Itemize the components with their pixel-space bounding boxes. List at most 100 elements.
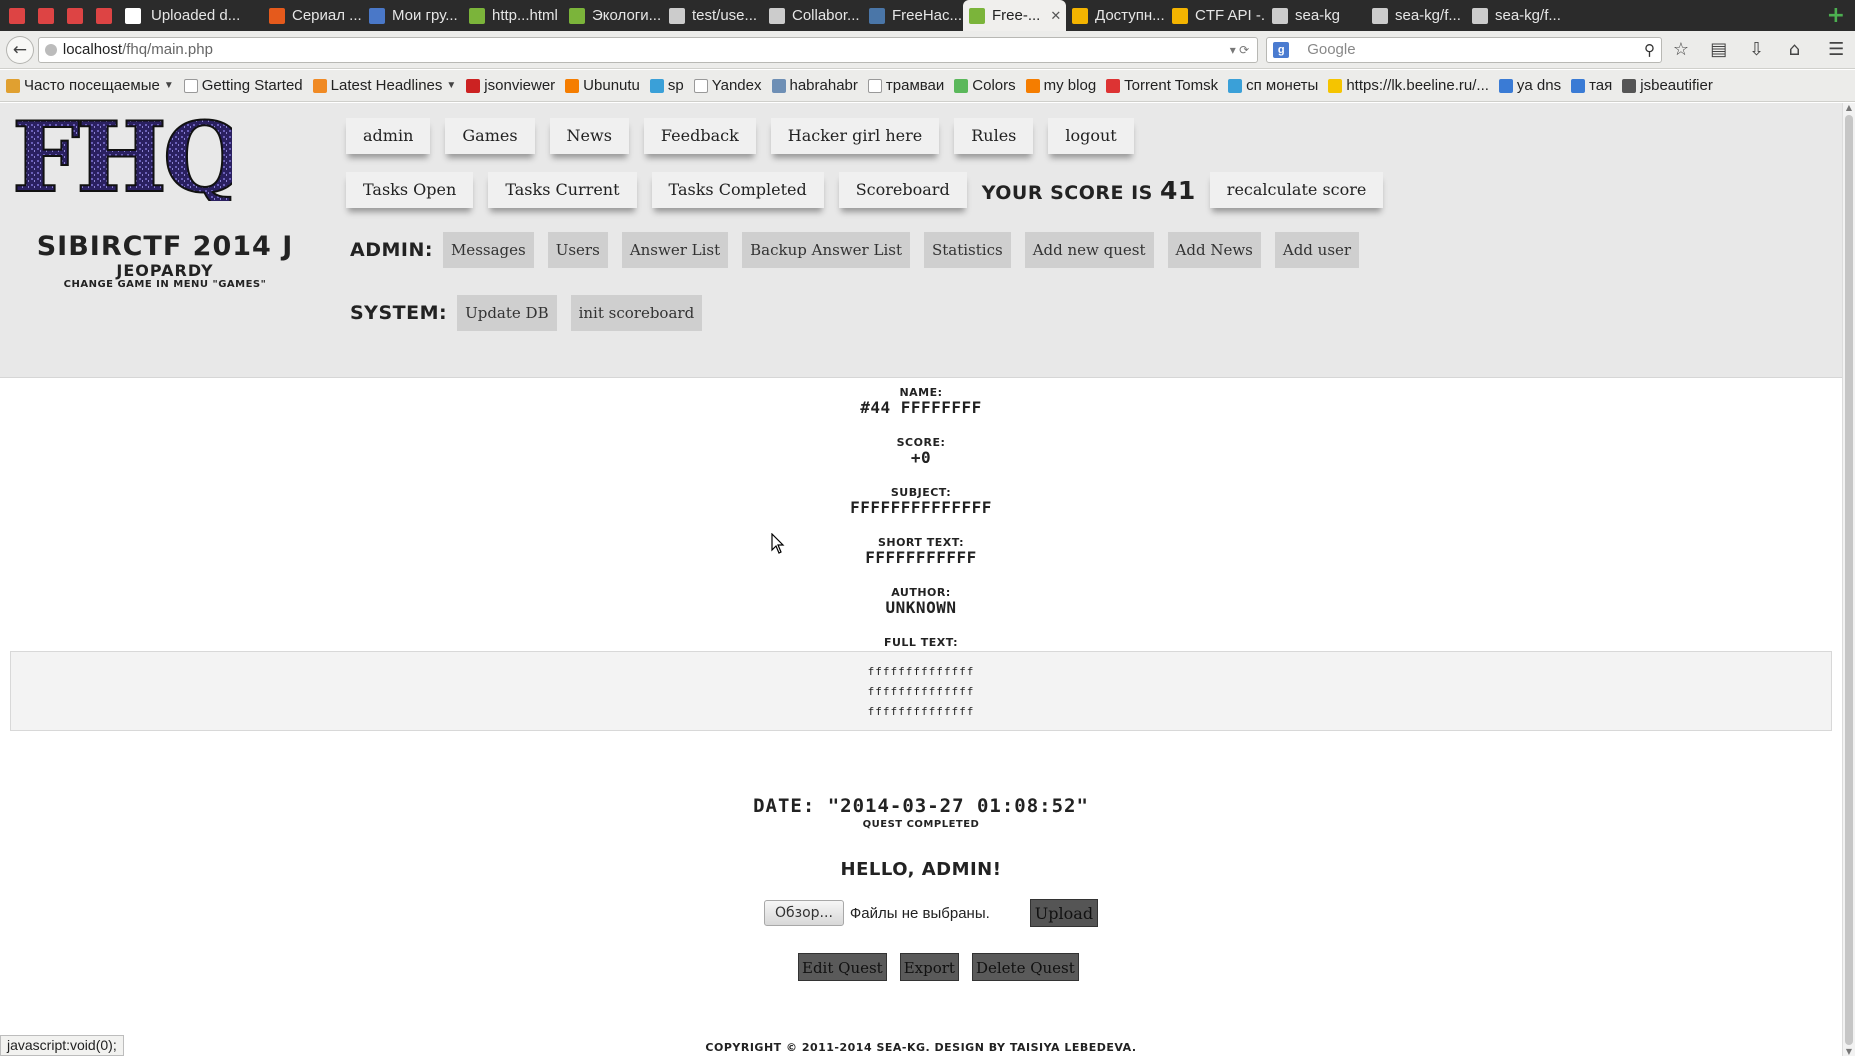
edit-quest-button[interactable]: Edit Quest <box>798 953 887 981</box>
quest-author: UNKNOWN <box>885 598 957 617</box>
bookmark-часто-посещаемые[interactable]: Часто посещаемые ▼ <box>6 77 174 94</box>
bookmark-latest-headlines[interactable]: Latest Headlines ▼ <box>312 77 457 94</box>
browser-tab[interactable]: sea-kg/f... <box>1366 0 1466 31</box>
game-title: SIBIRCTF 2014 J <box>36 231 294 262</box>
bookmark-label: https://lk.beeline.ru/... <box>1346 77 1489 94</box>
admin-messages-button[interactable]: Messages <box>442 232 534 268</box>
browser-tab[interactable]: Сериал ... <box>263 0 363 31</box>
game-type: JEOPARDY <box>116 261 214 280</box>
admin-add-user-button[interactable]: Add user <box>1274 232 1360 268</box>
recalculate-score-button[interactable]: recalculate score <box>1209 172 1384 208</box>
download-icon[interactable]: ⇩ <box>1738 39 1776 60</box>
browser-tab[interactable]: http...html <box>463 0 563 31</box>
upload-button[interactable]: Upload <box>1029 899 1099 927</box>
search-icon[interactable]: ⚲ <box>1644 41 1655 59</box>
menu-admin-button[interactable]: admin <box>346 118 431 154</box>
bookmark-jsbeautifier[interactable]: jsbeautifier <box>1622 77 1713 94</box>
bookmark-colors[interactable]: Colors <box>954 77 1016 94</box>
tasks-menu: Tasks Open Tasks Current Tasks Completed Sc… <box>346 172 1398 208</box>
chevron-down-icon: ▼ <box>446 80 457 91</box>
admin-add-news-button[interactable]: Add News <box>1167 232 1261 268</box>
tab-label: FreeHac... <box>892 7 963 24</box>
browser-tab[interactable] <box>116 0 145 31</box>
menu-tasks-completed-button[interactable]: Tasks Completed <box>651 172 824 208</box>
browser-tab[interactable]: Доступн... <box>1066 0 1166 31</box>
menu-logout-button[interactable]: logout <box>1048 118 1134 154</box>
browser-tab[interactable]: Экологи... <box>563 0 663 31</box>
bookmark-jsonviewer[interactable]: jsonviewer <box>466 77 555 94</box>
browser-tab[interactable] <box>87 0 116 31</box>
browser-tab[interactable]: sea-kg/f... <box>1466 0 1566 31</box>
browser-tab[interactable] <box>58 0 87 31</box>
admin-statistics-button[interactable]: Statistics <box>923 232 1011 268</box>
menu-scoreboard-button[interactable]: Scoreboard <box>838 172 967 208</box>
bookmark-https-lk-beeline-ru[interactable]: https://lk.beeline.ru/... <box>1328 77 1489 94</box>
browser-tab[interactable]: Uploaded d... <box>145 0 263 31</box>
tab-label: Доступн... <box>1095 7 1165 24</box>
scroll-up-icon[interactable]: ▲ <box>1843 103 1855 112</box>
google-icon[interactable]: g <box>1273 41 1290 58</box>
browser-tab[interactable]: FreeHac... <box>863 0 963 31</box>
flag-icon <box>1571 78 1586 93</box>
close-icon[interactable]: ✕ <box>1050 8 1061 24</box>
bookmark-habrahabr[interactable]: habrahabr <box>771 77 858 94</box>
menu-feedback-button[interactable]: Feedback <box>643 118 756 154</box>
fhq-logo[interactable]: FHQ <box>11 103 248 215</box>
bookmark-my-blog[interactable]: my blog <box>1025 77 1096 94</box>
bookmark-label: Yandex <box>711 77 762 94</box>
site-header: FHQ SIBIRCTF 2014 J JEOPARDY CHANGE GAME… <box>0 103 1842 378</box>
system-update-db-button[interactable]: Update DB <box>457 295 557 331</box>
browser-tab[interactable]: Мои гру... <box>363 0 463 31</box>
system-init-scoreboard-button[interactable]: init scoreboard <box>570 295 703 331</box>
menu-tasks-open-button[interactable]: Tasks Open <box>346 172 474 208</box>
tab-active[interactable]: Free-... ✕ <box>963 0 1066 31</box>
browser-tab[interactable]: CTF API -... <box>1166 0 1266 31</box>
tab-label: test/use... <box>692 7 758 24</box>
browser-tab[interactable] <box>29 0 58 31</box>
browser-tab[interactable] <box>0 0 29 31</box>
bookmark-тая[interactable]: тая <box>1571 77 1612 94</box>
new-tab-icon[interactable]: + <box>1827 3 1845 28</box>
search-bar[interactable]: g Google ⚲ <box>1266 36 1663 63</box>
browser-tab[interactable]: Collabor... <box>763 0 863 31</box>
yandex-icon <box>693 78 708 93</box>
browse-button[interactable]: Обзор... <box>764 900 844 926</box>
admin-answer-list-button[interactable]: Answer List <box>621 232 729 268</box>
bookmark-трамваи[interactable]: трамваи <box>867 77 944 94</box>
menu-tasks-current-button[interactable]: Tasks Current <box>488 172 637 208</box>
admin-add-new-quest-button[interactable]: Add new quest <box>1024 232 1154 268</box>
tab-label: Экологи... <box>592 7 662 24</box>
back-button[interactable]: ← <box>6 35 34 64</box>
reading-list-icon[interactable]: ▤ <box>1700 39 1738 60</box>
bookmark-yandex[interactable]: Yandex <box>693 77 762 94</box>
menu-icon[interactable]: ☰ <box>1817 39 1855 60</box>
scrollbar-thumb[interactable] <box>1845 115 1853 1045</box>
browser-tab[interactable]: test/use... <box>663 0 763 31</box>
url-bar[interactable]: localhost/fhq/main.php ▾ ⟳ <box>37 36 1259 63</box>
export-button[interactable]: Export <box>899 953 959 981</box>
bookmark-ya-dns[interactable]: ya dns <box>1498 77 1561 94</box>
menu-games-button[interactable]: Games <box>445 118 535 154</box>
bookmark-sp[interactable]: sp <box>649 77 684 94</box>
bookmark-ubunutu[interactable]: Ubunutu <box>565 77 640 94</box>
admin-users-button[interactable]: Users <box>547 232 608 268</box>
vk-icon <box>869 7 885 24</box>
menu-rules-button[interactable]: Rules <box>954 118 1034 154</box>
delete-quest-button[interactable]: Delete Quest <box>971 953 1079 981</box>
admin-label: ADMIN: <box>350 239 433 261</box>
scroll-down-icon[interactable]: ▼ <box>1843 1047 1855 1056</box>
bookmark-getting-started[interactable]: Getting Started <box>183 77 303 94</box>
menu-news-button[interactable]: News <box>549 118 629 154</box>
bookmark-torrent-tomsk[interactable]: Torrent Tomsk <box>1106 77 1218 94</box>
menu-hacker-girl-here-button[interactable]: Hacker girl here <box>770 118 940 154</box>
vertical-scrollbar[interactable]: ▲ ▼ <box>1842 103 1855 1056</box>
bookmarks-toolbar: Часто посещаемые ▼ Getting Started Latest H… <box>0 70 1855 102</box>
admin-backup-answer-list-button[interactable]: Backup Answer List <box>742 232 910 268</box>
tab-label: Мои гру... <box>392 7 458 24</box>
browser-tab[interactable]: sea-kg <box>1266 0 1366 31</box>
reload-icon[interactable]: ▾ ⟳ <box>1230 43 1257 57</box>
home-icon[interactable]: ⌂ <box>1775 39 1813 60</box>
bookmark-сп-монеты[interactable]: сп монеты <box>1228 77 1318 94</box>
bookmark-star-icon[interactable]: ☆ <box>1662 39 1700 60</box>
clock-icon <box>1622 78 1637 93</box>
